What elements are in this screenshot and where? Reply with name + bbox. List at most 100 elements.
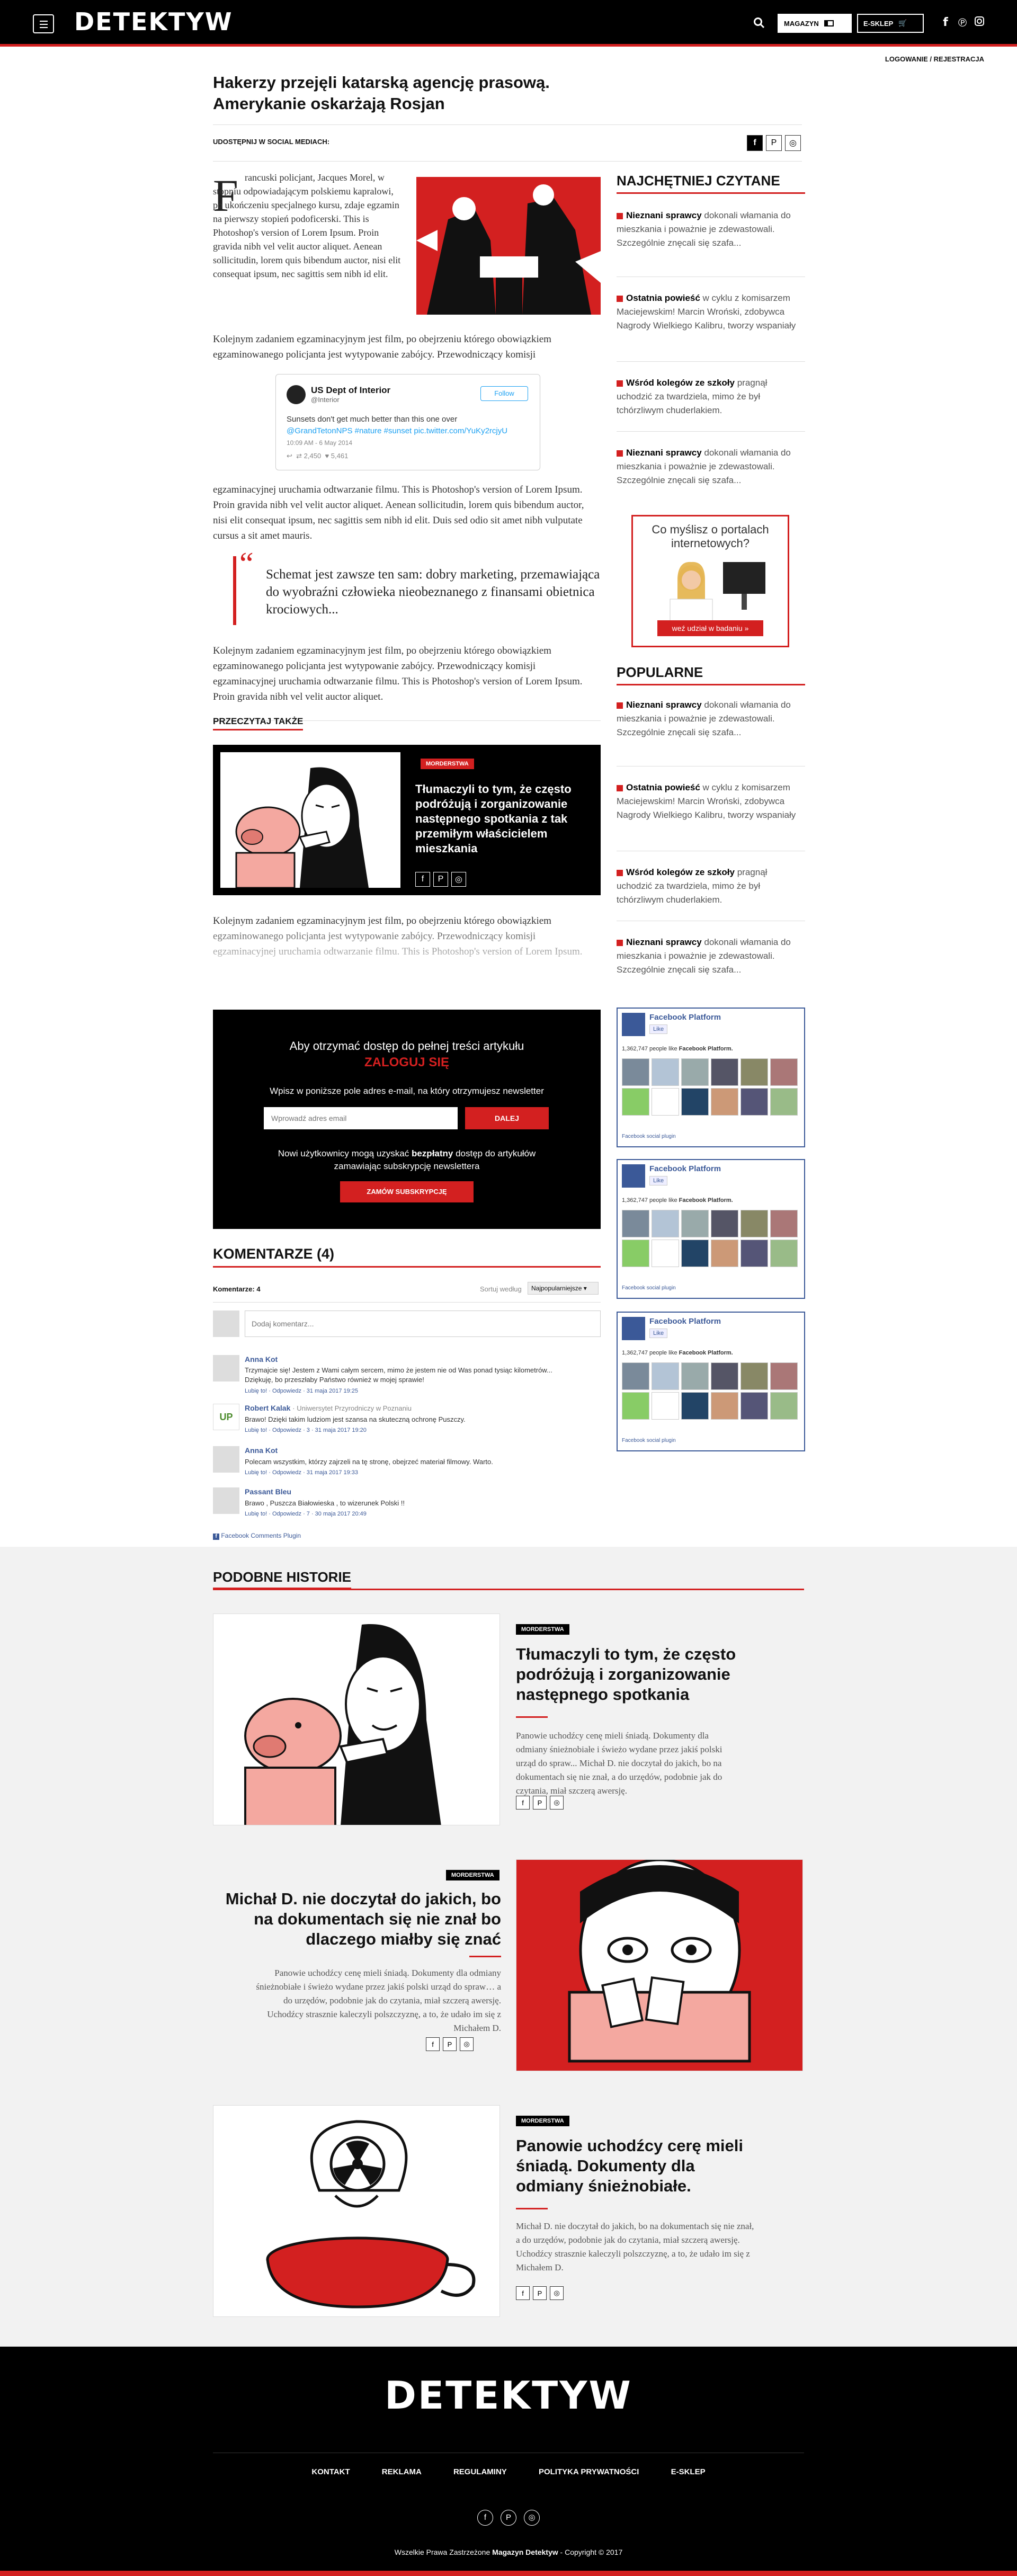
similar-pinterest-icon[interactable]: P xyxy=(533,1796,547,1810)
read-also-instagram-icon[interactable]: ◎ xyxy=(451,872,466,887)
popular-item[interactable]: Nieznani sprawcy dokonali włamania do mi… xyxy=(617,698,805,739)
most-read-item[interactable]: Nieznani sprawcy dokonali włamania do mi… xyxy=(617,209,805,250)
fb-plugin-label[interactable]: Facebook social plugin xyxy=(622,1134,676,1139)
commenter-name[interactable]: Passant Bleu xyxy=(245,1487,291,1496)
footer-pinterest-icon[interactable]: P xyxy=(501,2510,516,2526)
commenter-name[interactable]: Anna Kot xyxy=(245,1355,278,1363)
similar-instagram-icon[interactable]: ◎ xyxy=(460,2037,474,2051)
similar-instagram-icon[interactable]: ◎ xyxy=(550,2286,564,2300)
paywall-line-3: Nowi użytkownicy mogą uzyskać bezpłatny … xyxy=(213,1148,601,1159)
read-also-facebook-icon[interactable]: f xyxy=(415,872,430,887)
commenter-name[interactable]: Robert Kalak xyxy=(245,1404,290,1412)
site-logo[interactable]: DETEKTYW xyxy=(74,7,233,36)
similar-facebook-icon[interactable]: f xyxy=(516,2286,530,2300)
menu-hamburger-icon[interactable] xyxy=(33,14,54,33)
fb-plugin-label[interactable]: Facebook social plugin xyxy=(622,1285,676,1291)
fb-like-button[interactable]: Like xyxy=(649,1024,668,1034)
comment-meta[interactable]: Lubię to! · Odpowiedz · 31 maja 2017 19:… xyxy=(245,1469,358,1476)
comment-meta[interactable]: Lubię to! · Odpowiedz · 7 · 30 maja 2017… xyxy=(245,1511,367,1517)
search-icon[interactable] xyxy=(752,16,766,30)
shop-button[interactable]: E-SKLEP 🛒 xyxy=(857,14,924,33)
most-read-item[interactable]: Wśród kolegów ze szkoły pragnął uchodzić… xyxy=(617,376,805,417)
item-bold: Ostatnia powieść xyxy=(626,293,700,303)
footer-logo[interactable]: DETEKTYW xyxy=(0,2373,1017,2418)
item-bold: Nieznani sprawcy xyxy=(626,937,702,947)
facebook-page-widget[interactable]: Facebook Platform Like 1,362,747 people … xyxy=(617,1312,805,1451)
similar-title[interactable]: Tłumaczyli to tym, że często podróżują i… xyxy=(516,1644,749,1705)
similar-pinterest-icon[interactable]: P xyxy=(443,2037,457,2051)
like-icon[interactable]: ♥ xyxy=(325,452,329,460)
footer-link[interactable]: REGULAMINY xyxy=(453,2467,507,2476)
tweet-link[interactable]: @GrandTetonNPS #nature #sunset pic.twitt… xyxy=(287,426,507,435)
footer-link[interactable]: KONTAKT xyxy=(311,2467,350,2476)
footer-link[interactable]: E-SKLEP xyxy=(671,2467,706,2476)
footer-link[interactable]: REKLAMA xyxy=(382,2467,422,2476)
footer-instagram-icon[interactable]: ◎ xyxy=(524,2510,540,2526)
footer-facebook-icon[interactable]: f xyxy=(477,2510,493,2526)
popular-item[interactable]: Ostatnia powieść w cyklu z komisarzem Ma… xyxy=(617,781,805,822)
sort-select[interactable]: Najpopularniejsze ▾ xyxy=(528,1282,599,1295)
similar-story-image[interactable] xyxy=(516,1859,803,2071)
fb-page-name[interactable]: Facebook Platform xyxy=(649,1164,721,1173)
share-facebook-icon[interactable]: f xyxy=(747,135,763,151)
share-pinterest-icon[interactable]: P xyxy=(766,135,782,151)
comment-meta[interactable]: Lubię to! · Odpowiedz · 3 · 31 maja 2017… xyxy=(245,1427,367,1433)
most-read-item[interactable]: Ostatnia powieść w cyklu z komisarzem Ma… xyxy=(617,291,805,333)
facebook-icon[interactable]: f xyxy=(939,16,952,30)
popular-item[interactable]: Nieznani sprawcy dokonali włamania do mi… xyxy=(617,935,805,977)
facebook-page-widget[interactable]: Facebook Platform Like 1,362,747 people … xyxy=(617,1159,805,1299)
bullet-icon xyxy=(617,785,623,791)
read-also-title[interactable]: Tłumaczyli to tym, że często podróżują i… xyxy=(415,782,590,856)
ad-button[interactable]: weź udział w badaniu » xyxy=(657,620,763,636)
instagram-icon[interactable] xyxy=(973,16,986,30)
comment-meta[interactable]: Lubię to! · Odpowiedz · 31 maja 2017 19:… xyxy=(245,1388,358,1394)
article-title: Hakerzy przejęli katarską agencję prasow… xyxy=(213,73,550,113)
similar-instagram-icon[interactable]: ◎ xyxy=(550,1796,564,1810)
login-register-link[interactable]: LOGOWANIE / REJESTRACJA xyxy=(885,55,984,63)
footer-link[interactable]: POLITYKA PRYWATNOŚCI xyxy=(539,2467,639,2476)
facebook-page-widget[interactable]: Facebook Platform Like 1,362,747 people … xyxy=(617,1008,805,1147)
magazine-button[interactable]: MAGAZYN xyxy=(778,14,852,33)
similar-title[interactable]: Panowie uchodźcy cerę mieli śniadą. Doku… xyxy=(516,2136,749,2196)
email-input[interactable] xyxy=(264,1107,458,1129)
similar-story-image[interactable] xyxy=(213,2105,500,2317)
popular-item[interactable]: Wśród kolegów ze szkoły pragnął uchodzić… xyxy=(617,866,805,907)
next-button[interactable]: DALEJ xyxy=(465,1107,549,1129)
comment-input[interactable] xyxy=(245,1311,601,1337)
commenter-name[interactable]: Anna Kot xyxy=(245,1446,278,1455)
fb-plugin-label[interactable]: Facebook social plugin xyxy=(622,1438,676,1443)
read-also-pinterest-icon[interactable]: P xyxy=(433,872,448,887)
read-also-card[interactable]: MORDERSTWA Tłumaczyli to tym, że często … xyxy=(213,745,601,895)
subscribe-button[interactable]: ZAMÓW SUBSKRYPCJĘ xyxy=(340,1181,474,1202)
fb-like-button[interactable]: Like xyxy=(649,1176,668,1186)
similar-facebook-icon[interactable]: f xyxy=(426,2037,440,2051)
survey-ad[interactable]: Co myślisz o portalach internetowych? we… xyxy=(631,515,789,647)
fb-page-name[interactable]: Facebook Platform xyxy=(649,1317,721,1326)
similar-story-image[interactable] xyxy=(213,1614,500,1825)
most-read-heading: NAJCHĘTNIEJ CZYTANE xyxy=(617,173,805,194)
paywall-line-3b: bezpłatny xyxy=(411,1148,453,1158)
similar-pinterest-icon[interactable]: P xyxy=(533,2286,547,2300)
divider xyxy=(213,1302,601,1303)
comments-plugin-label: Facebook Comments Plugin xyxy=(221,1532,301,1539)
similar-badge[interactable]: MORDERSTWA xyxy=(516,2116,569,2126)
share-instagram-icon[interactable]: ◎ xyxy=(785,135,801,151)
similar-badge[interactable]: MORDERSTWA xyxy=(516,1624,569,1635)
fb-page-name[interactable]: Facebook Platform xyxy=(649,1013,721,1022)
item-bold: Wśród kolegów ze szkoły xyxy=(626,867,735,877)
most-read-item[interactable]: Nieznani sprawcy dokonali włamania do mi… xyxy=(617,446,805,487)
read-also-badge[interactable]: MORDERSTWA xyxy=(421,759,474,769)
similar-facebook-icon[interactable]: f xyxy=(516,1796,530,1810)
retweet-icon[interactable]: ⇄ xyxy=(296,452,302,460)
reply-icon[interactable]: ↩ xyxy=(287,452,292,460)
facebook-page-logo-icon xyxy=(622,1013,645,1036)
similar-title[interactable]: Michał D. nie doczytał do jakich, bo na … xyxy=(217,1889,501,1949)
similar-badge[interactable]: MORDERSTWA xyxy=(446,1870,499,1880)
paywall-login-link[interactable]: ZALOGUJ SIĘ xyxy=(213,1055,601,1070)
facebook-comments-plugin[interactable]: f Facebook Comments Plugin xyxy=(213,1532,301,1540)
fb-like-button[interactable]: Like xyxy=(649,1329,668,1338)
tweet-author: US Dept of Interior xyxy=(311,385,391,395)
pinterest-icon[interactable]: ℗ xyxy=(956,16,969,30)
embedded-tweet[interactable]: US Dept of Interior @Interior Follow Sun… xyxy=(275,374,540,470)
tweet-follow-button[interactable]: Follow xyxy=(480,386,528,401)
